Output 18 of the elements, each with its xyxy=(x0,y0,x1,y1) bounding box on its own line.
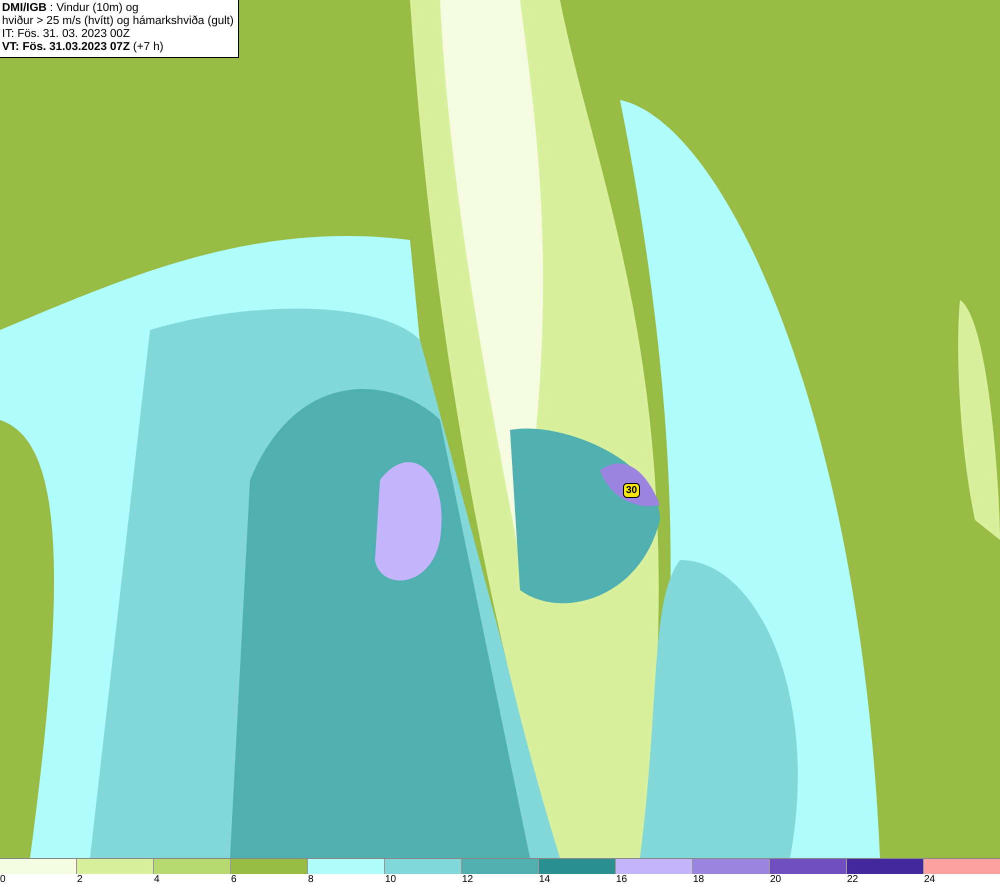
title-line: IT: Fös. 31. 03. 2023 00Z xyxy=(2,28,131,41)
scale-tick-label: 12 xyxy=(462,874,474,886)
scale-tick-label: 6 xyxy=(231,874,237,886)
scale-tick-label: 14 xyxy=(539,874,550,886)
scale-tick-label: 18 xyxy=(693,874,704,886)
scale-tick-label: 2 xyxy=(77,874,83,886)
title-line: DMI/IGB : Vindur (10m) og xyxy=(2,2,140,15)
gust-label: 30 xyxy=(623,483,640,498)
scale-tick-label: 24 xyxy=(924,874,936,886)
title-line: hviður > 25 m/s (hvítt) og hámarkshviða (gult) xyxy=(2,15,234,28)
scale-tick-label: 22 xyxy=(847,874,858,886)
scale-tick-label: 8 xyxy=(308,874,314,886)
scale-tick-label: 16 xyxy=(616,874,628,886)
scale-tick-label: 20 xyxy=(770,874,782,886)
title-line: VT: Fös. 31.03.2023 07Z (+7 h) xyxy=(2,41,164,54)
scale-tick-label: 0 xyxy=(0,874,6,886)
scale-tick-label: 10 xyxy=(385,874,396,886)
scale-tick-label: 4 xyxy=(154,874,160,886)
